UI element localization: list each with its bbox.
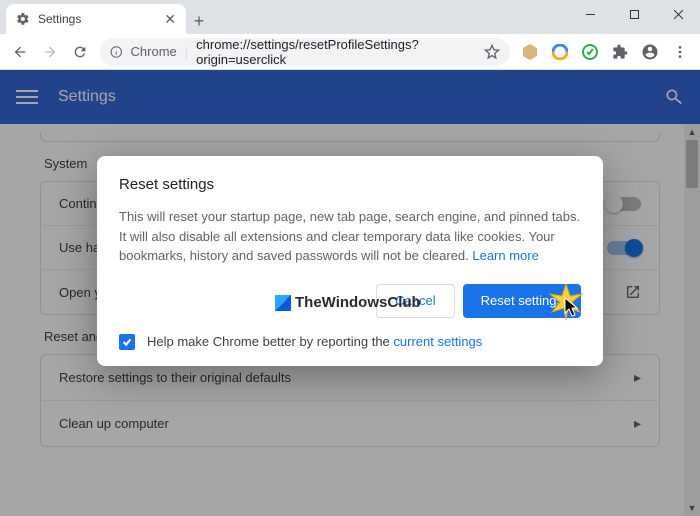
reset-settings-dialog: Reset settings This will reset your star… — [97, 156, 603, 366]
reload-button[interactable] — [66, 38, 94, 66]
watermark: TheWindowsClub — [275, 294, 421, 311]
tab-close-icon[interactable]: ✕ — [164, 11, 176, 28]
learn-more-link[interactable]: Learn more — [472, 248, 538, 263]
extension-icon[interactable] — [516, 38, 544, 66]
kebab-menu-icon[interactable] — [666, 38, 694, 66]
browser-titlebar: Settings ✕ + — [0, 0, 700, 34]
window-minimize[interactable] — [568, 0, 612, 28]
dialog-title: Reset settings — [119, 176, 581, 193]
address-bar[interactable]: Chrome | chrome://settings/resetProfileS… — [100, 38, 510, 66]
window-controls — [568, 0, 700, 28]
url-text: chrome://settings/resetProfileSettings?o… — [196, 37, 476, 67]
current-settings-link[interactable]: current settings — [393, 334, 482, 349]
tab-title: Settings — [38, 12, 81, 26]
url-scheme-label: Chrome — [131, 44, 177, 59]
dialog-body: This will reset your startup page, new t… — [119, 207, 581, 266]
window-maximize[interactable] — [612, 0, 656, 28]
forward-button[interactable] — [36, 38, 64, 66]
help-reporting-row[interactable]: Help make Chrome better by reporting the… — [119, 334, 581, 350]
bookmark-star-icon[interactable] — [484, 44, 500, 60]
gear-icon — [16, 12, 30, 26]
checkbox-checked-icon[interactable] — [119, 334, 135, 350]
browser-toolbar: Chrome | chrome://settings/resetProfileS… — [0, 34, 700, 70]
cursor-icon — [564, 297, 580, 317]
browser-tab[interactable]: Settings ✕ — [6, 4, 186, 34]
window-close[interactable] — [656, 0, 700, 28]
profile-icon[interactable] — [636, 38, 664, 66]
extension-icon[interactable] — [546, 38, 574, 66]
help-reporting-label: Help make Chrome better by reporting the… — [147, 334, 482, 349]
site-info-icon — [110, 45, 123, 59]
watermark-logo-icon — [275, 295, 291, 311]
new-tab-button[interactable]: + — [186, 8, 212, 34]
extension-icon[interactable] — [576, 38, 604, 66]
back-button[interactable] — [6, 38, 34, 66]
extensions-menu-icon[interactable] — [606, 38, 634, 66]
